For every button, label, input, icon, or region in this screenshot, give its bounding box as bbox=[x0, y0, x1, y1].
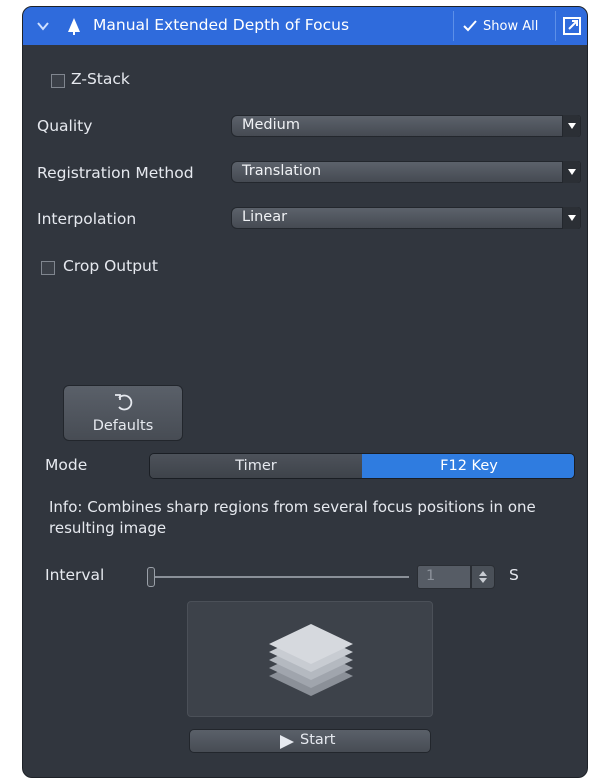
interval-stepper[interactable] bbox=[471, 565, 495, 589]
edof-panel: Manual Extended Depth of Focus Show All … bbox=[22, 6, 588, 778]
spin-arrows-icon bbox=[479, 571, 487, 583]
quality-dropdown[interactable]: Medium bbox=[231, 115, 581, 137]
quality-value: Medium bbox=[242, 117, 300, 133]
mode-segmented-control: Timer F12 Key bbox=[149, 453, 575, 479]
dropdown-arrow[interactable] bbox=[562, 161, 580, 183]
defaults-button[interactable]: Defaults bbox=[63, 385, 183, 441]
mode-option-timer[interactable]: Timer bbox=[150, 454, 362, 478]
interpolation-dropdown[interactable]: Linear bbox=[231, 207, 581, 229]
interval-unit: S bbox=[509, 566, 519, 584]
mode-label: Mode bbox=[45, 456, 88, 474]
interpolation-value: Linear bbox=[242, 209, 288, 225]
defaults-label: Defaults bbox=[92, 418, 154, 434]
crop-output-checkbox[interactable] bbox=[41, 261, 55, 275]
header-divider bbox=[453, 11, 454, 41]
z-stack-checkbox[interactable] bbox=[51, 74, 65, 88]
collapse-chevron-icon[interactable] bbox=[37, 21, 49, 31]
mode-option-f12-key[interactable]: F12 Key bbox=[362, 454, 574, 478]
interpolation-label: Interpolation bbox=[37, 210, 137, 228]
pin-icon[interactable] bbox=[67, 17, 81, 35]
registration-method-dropdown[interactable]: Translation bbox=[231, 161, 581, 183]
z-stack-label: Z-Stack bbox=[71, 70, 130, 88]
play-icon bbox=[280, 735, 294, 749]
quality-label: Quality bbox=[37, 117, 93, 135]
crop-output-label: Crop Output bbox=[63, 257, 158, 275]
info-text: Info: Combines sharp regions from severa… bbox=[49, 498, 536, 537]
zstack-preview bbox=[187, 601, 433, 717]
zstack-layers-icon bbox=[269, 624, 353, 696]
interval-slider-track[interactable] bbox=[151, 576, 409, 578]
chevron-down-icon bbox=[568, 123, 576, 129]
interval-input[interactable]: 1 bbox=[417, 565, 471, 589]
registration-method-value: Translation bbox=[242, 163, 322, 179]
registration-method-label: Registration Method bbox=[37, 164, 194, 182]
chevron-down-icon bbox=[568, 215, 576, 221]
interval-value: 1 bbox=[426, 568, 436, 584]
show-all-label: Show All bbox=[483, 18, 539, 34]
chevron-down-icon bbox=[568, 169, 576, 175]
header-divider bbox=[555, 11, 556, 41]
start-button[interactable]: Start bbox=[189, 729, 431, 753]
popout-icon[interactable] bbox=[563, 17, 581, 35]
show-all-toggle[interactable]: Show All bbox=[457, 10, 557, 42]
undo-icon bbox=[115, 394, 133, 411]
interval-label: Interval bbox=[45, 566, 105, 584]
checkmark-icon bbox=[463, 20, 477, 32]
dropdown-arrow[interactable] bbox=[562, 115, 580, 137]
interval-slider-handle[interactable] bbox=[147, 567, 155, 587]
dropdown-arrow[interactable] bbox=[562, 207, 580, 229]
panel-header: Manual Extended Depth of Focus Show All bbox=[23, 7, 587, 45]
panel-title: Manual Extended Depth of Focus bbox=[93, 16, 350, 34]
start-label: Start bbox=[300, 732, 336, 748]
